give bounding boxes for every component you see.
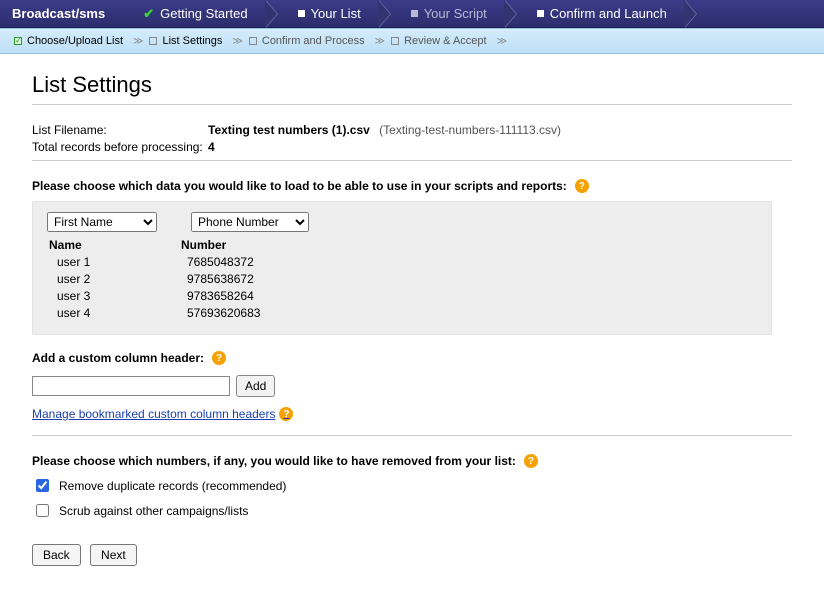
page-body: List Settings List Filename: Texting tes… — [0, 54, 824, 596]
divider — [32, 435, 792, 436]
checkbox-empty-icon — [149, 37, 157, 45]
page-title: List Settings — [32, 72, 792, 105]
total-records-value: 4 — [208, 140, 215, 154]
help-icon[interactable]: ? — [575, 179, 589, 193]
next-button[interactable]: Next — [90, 544, 137, 566]
table-cell: 57693620683 — [181, 305, 260, 322]
subnav-label: Choose/Upload List — [27, 35, 123, 47]
subnav-label: Confirm and Process — [262, 35, 365, 47]
custom-column-input[interactable] — [32, 376, 230, 396]
filename-alt-text: (Texting-test-numbers-111113.csv) — [379, 123, 561, 137]
subnav-confirm-process[interactable]: Confirm and Process — [249, 35, 365, 47]
remove-duplicates-label: Remove duplicate records (recommended) — [59, 479, 286, 493]
column2-mapping-select[interactable]: Phone Number — [191, 212, 309, 232]
subnav-review-accept[interactable]: Review & Accept — [391, 35, 487, 47]
back-button[interactable]: Back — [32, 544, 81, 566]
remove-duplicates-checkbox[interactable] — [36, 479, 49, 492]
add-button[interactable]: Add — [236, 375, 275, 397]
wizard-step-label: Your List — [311, 6, 361, 21]
subnav: Choose/Upload List ≫ List Settings ≫ Con… — [0, 28, 824, 54]
subnav-choose-upload[interactable]: Choose/Upload List — [14, 35, 123, 47]
table-cell: 9785638672 — [181, 271, 260, 288]
remove-prompt: Please choose which numbers, if any, you… — [32, 454, 792, 468]
chevron-right-icon: ≫ — [497, 36, 507, 47]
meta-total-label: Total records before processing: — [32, 140, 208, 154]
checkbox-done-icon — [14, 37, 22, 45]
col2-header: Number — [181, 238, 260, 252]
wizard-step-label: Confirm and Launch — [550, 6, 667, 21]
table-cell: user 4 — [49, 305, 181, 322]
chevron-icon — [266, 0, 278, 28]
square-icon — [298, 10, 305, 17]
chevron-icon — [505, 0, 517, 28]
prompt-text: Add a custom column header: — [32, 351, 204, 365]
help-icon[interactable]: ? — [524, 454, 538, 468]
choose-data-prompt: Please choose which data you would like … — [32, 179, 792, 193]
subnav-label: List Settings — [162, 35, 222, 47]
help-icon[interactable]: ? — [279, 407, 293, 421]
chevron-right-icon: ≫ — [375, 36, 385, 47]
subnav-label: Review & Accept — [404, 35, 487, 47]
wizard-step-label: Your Script — [424, 6, 487, 21]
preview-table: Name user 1 user 2 user 3 user 4 Number … — [43, 238, 761, 322]
table-cell: user 2 — [49, 271, 181, 288]
meta-filename-value: Texting test numbers (1).csv (Texting-te… — [208, 123, 561, 137]
custom-column-prompt: Add a custom column header: ? — [32, 351, 792, 365]
link-text: Manage bookmarked custom column headers — [32, 407, 275, 421]
chevron-icon — [379, 0, 391, 28]
column1-mapping-select[interactable]: First Name — [47, 212, 157, 232]
prompt-text: Please choose which data you would like … — [32, 179, 567, 193]
checkbox-empty-icon — [249, 37, 257, 45]
meta-filename-label: List Filename: — [32, 123, 208, 137]
wizard-title: Broadcast/sms — [0, 0, 123, 27]
scrub-label: Scrub against other campaigns/lists — [59, 504, 248, 518]
data-preview-panel: First Name Phone Number Name user 1 user… — [32, 201, 772, 335]
help-icon[interactable]: ? — [212, 351, 226, 365]
wizard-step-your-script[interactable]: Your Script — [391, 0, 505, 27]
subnav-list-settings[interactable]: List Settings — [149, 35, 222, 47]
wizard-step-confirm-launch[interactable]: Confirm and Launch — [517, 0, 685, 27]
square-icon — [411, 10, 418, 17]
divider — [32, 160, 792, 161]
table-cell: 9783658264 — [181, 288, 260, 305]
wizard-step-getting-started[interactable]: ✔ Getting Started — [123, 0, 265, 27]
table-cell: user 1 — [49, 254, 181, 271]
table-cell: 7685048372 — [181, 254, 260, 271]
checkmark-icon: ✔ — [143, 6, 154, 22]
wizard-step-your-list[interactable]: Your List — [278, 0, 379, 27]
square-icon — [537, 10, 544, 17]
col1-header: Name — [49, 238, 181, 252]
meta-total-row: Total records before processing: 4 — [32, 140, 792, 154]
meta-filename-row: List Filename: Texting test numbers (1).… — [32, 123, 792, 137]
checkbox-empty-icon — [391, 37, 399, 45]
prompt-text: Please choose which numbers, if any, you… — [32, 454, 516, 468]
wizard-step-label: Getting Started — [160, 6, 247, 21]
chevron-right-icon: ≫ — [232, 36, 242, 47]
table-cell: user 3 — [49, 288, 181, 305]
manage-bookmarks-link[interactable]: Manage bookmarked custom column headers … — [32, 407, 293, 421]
chevron-icon — [685, 0, 697, 28]
chevron-right-icon: ≫ — [133, 36, 143, 47]
scrub-checkbox[interactable] — [36, 504, 49, 517]
wizard-nav: Broadcast/sms ✔ Getting Started Your Lis… — [0, 0, 824, 28]
filename-text: Texting test numbers (1).csv — [208, 123, 370, 137]
